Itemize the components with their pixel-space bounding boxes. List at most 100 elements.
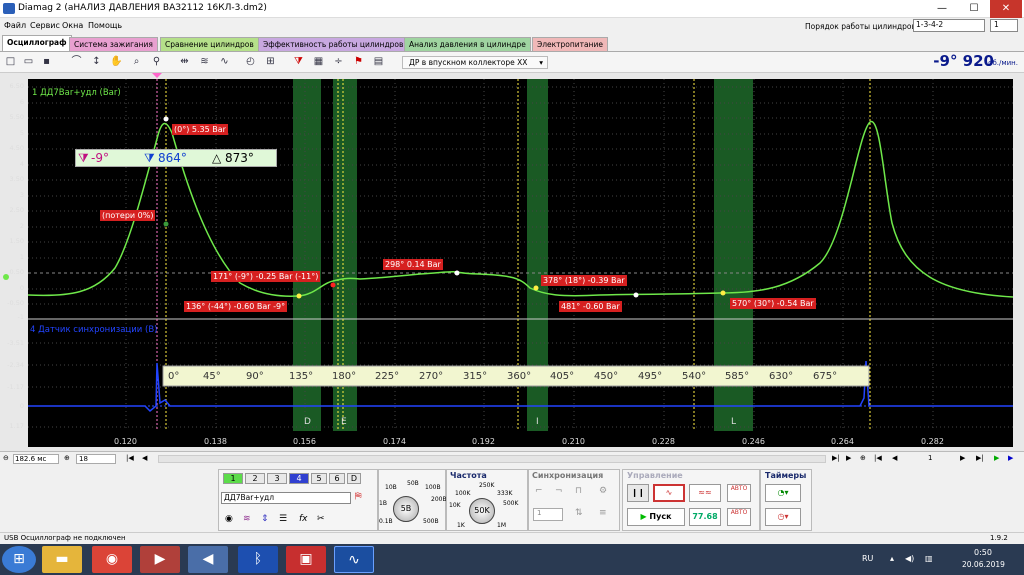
tray-arrow-icon[interactable]: ▴ (890, 554, 894, 563)
play-icon[interactable]: ▶ (994, 454, 999, 462)
tab-oscilloscope[interactable]: Осциллограф (2, 35, 72, 51)
last-icon[interactable]: ▶ (846, 454, 851, 462)
eye-icon[interactable]: ◉ (225, 514, 233, 524)
menu-windows[interactable]: Окна (62, 21, 83, 30)
overlay-icon[interactable]: ∿ (218, 55, 231, 69)
clock-date[interactable]: 20.06.2019 (962, 560, 1005, 569)
zoom-in-icon[interactable]: ⊕ (64, 454, 70, 462)
network-icon[interactable]: ▥ (925, 554, 933, 563)
updown-icon[interactable]: ⇕ (261, 514, 269, 524)
frequency-knob[interactable]: 50K (469, 498, 495, 524)
first-page-icon[interactable]: |◀ (126, 454, 134, 462)
step-fwd-icon[interactable]: ▶ (960, 454, 965, 462)
channel-btn-d[interactable]: D (347, 473, 361, 484)
fx-icon[interactable]: fx (299, 514, 308, 524)
chrome-icon[interactable]: ◉ (92, 546, 132, 573)
bluetooth-icon[interactable]: ᛒ (238, 546, 278, 573)
compress-icon[interactable]: ⇹ (178, 55, 191, 69)
sync-channel-select[interactable]: 1 (533, 508, 563, 521)
tools-icon[interactable]: ✂ (317, 514, 325, 524)
menu-service[interactable]: Сервис (30, 21, 60, 30)
tab-power[interactable]: Электропитание (532, 37, 609, 51)
play-fast-icon[interactable]: ▶ (1008, 454, 1013, 462)
sync-fall-icon[interactable]: ¬ (555, 486, 563, 496)
tab-ignition[interactable]: Система зажигания (69, 37, 158, 51)
timebase-select[interactable]: 182.6 мс (13, 454, 59, 464)
invert-icon[interactable]: ≋ (243, 514, 251, 524)
channel-name-input[interactable]: ДД7Bar+удл (221, 492, 351, 504)
language-indicator[interactable]: RU (862, 554, 873, 563)
sine-mode-button[interactable]: ∿ (653, 484, 685, 502)
close-button[interactable]: ✕ (990, 0, 1022, 18)
timer-1-button[interactable]: ◔▾ (765, 484, 801, 502)
tab-cyl-compare[interactable]: Сравнение цилиндров (160, 37, 259, 51)
channel-preset-select[interactable]: ДР в впускном коллекторе ХХ ▾ (402, 56, 548, 69)
noise-mode-button[interactable]: ≈≈ (689, 484, 721, 502)
scale-knob[interactable]: 5B (393, 496, 419, 522)
channel-btn-4[interactable]: 4 (289, 473, 309, 484)
clock-time[interactable]: 0:50 (974, 548, 992, 557)
gain-select[interactable]: 18 (76, 454, 116, 464)
add-icon[interactable]: ⊕ (860, 454, 866, 462)
angle-icon[interactable]: ◴ (244, 55, 257, 69)
flag-icon[interactable]: ⚑ (352, 55, 365, 69)
pdf-icon[interactable]: ▣ (286, 546, 326, 573)
sync-rise-icon[interactable]: ⌐ (535, 486, 543, 496)
channel-btn-1[interactable]: 1 (223, 473, 243, 484)
menu-help[interactable]: Помощь (88, 21, 122, 30)
channel-btn-3[interactable]: 3 (267, 473, 287, 484)
sync-mode-icon[interactable]: ≡ (599, 508, 607, 518)
channel-btn-2[interactable]: 2 (245, 473, 265, 484)
cursor-icon[interactable]: ⌒ (70, 55, 83, 69)
pause-button[interactable]: ❙❙ (627, 484, 649, 502)
diamag-icon[interactable]: ∿ (334, 546, 374, 573)
marker-icon[interactable]: ⚲ (150, 55, 163, 69)
filter-icon[interactable]: ⧩ (292, 55, 305, 69)
notes-icon[interactable]: ▤ (372, 55, 385, 69)
channel-btn-6[interactable]: 6 (329, 473, 345, 484)
start-orb-icon[interactable]: ⊞ (2, 546, 36, 573)
lines-icon[interactable]: ☰ (279, 514, 287, 524)
sync-level-icon[interactable]: ⇅ (575, 508, 583, 518)
open-icon[interactable]: ▭ (22, 55, 35, 69)
sync-title: Синхронизация (532, 471, 604, 480)
explorer-icon[interactable]: ▬ (42, 546, 82, 573)
tab-pressure-analysis[interactable]: Анализ давления в цилиндре (404, 37, 531, 51)
volume-icon[interactable]: ◀) (905, 554, 914, 563)
end-icon[interactable]: ▶| (976, 454, 984, 462)
measure-icon[interactable]: ↕ (90, 55, 103, 69)
horizontal-scrollbar[interactable] (158, 455, 826, 463)
menu-file[interactable]: Файл (4, 21, 26, 30)
save-icon[interactable]: ▪ (40, 55, 53, 69)
maximize-button[interactable]: ☐ (958, 0, 990, 18)
prev-page-icon[interactable]: ◀ (142, 454, 147, 462)
cyl-count-select[interactable]: 1 (990, 19, 1018, 32)
auto-button-1[interactable]: АВТО (727, 484, 751, 502)
y-tick: -0.50 (7, 299, 24, 307)
channel-btn-5[interactable]: 5 (311, 473, 327, 484)
minimize-button[interactable]: — (926, 0, 958, 18)
zoom-icon[interactable]: ⌕ (130, 55, 143, 69)
wave-icon[interactable]: ≋ (198, 55, 211, 69)
tab-cyl-efficiency[interactable]: Эффективность работы цилиндров (258, 37, 409, 51)
frequency-panel: Частота 250K 100K 333K 10K 500K 1K 1M 50… (446, 469, 528, 531)
table-icon[interactable]: ▦ (312, 55, 325, 69)
split-icon[interactable]: ÷ (332, 55, 345, 69)
timer-2-button[interactable]: ◷▾ (765, 508, 801, 526)
oscilloscope-area[interactable]: 6.50 6 5.50 5 4.50 4 3.50 3 2.50 2 1.50 … (0, 73, 1024, 451)
speaker-app-icon[interactable]: ◀ (188, 546, 228, 573)
cyl-order-select[interactable]: 1-3-4-2 (913, 19, 985, 32)
new-icon[interactable]: □ (4, 55, 17, 69)
start-button[interactable]: ▶ Пуск (627, 508, 685, 526)
sync-pulse-icon[interactable]: ⊓ (575, 486, 582, 496)
sync-auto-icon[interactable]: ⚙ (599, 486, 607, 496)
grid-scale-icon[interactable]: ⊞ (264, 55, 277, 69)
rewind-icon[interactable]: |◀ (874, 454, 882, 462)
media-icon[interactable]: ▶ (140, 546, 180, 573)
auto-button-2[interactable]: АВТО (727, 508, 751, 526)
next-page-icon[interactable]: ▶| (832, 454, 840, 462)
sensor-icon[interactable]: ⛿ (355, 492, 362, 502)
zoom-out-icon[interactable]: ⊖ (3, 454, 9, 462)
hand-icon[interactable]: ✋ (110, 55, 123, 69)
step-back-icon[interactable]: ◀ (892, 454, 897, 462)
